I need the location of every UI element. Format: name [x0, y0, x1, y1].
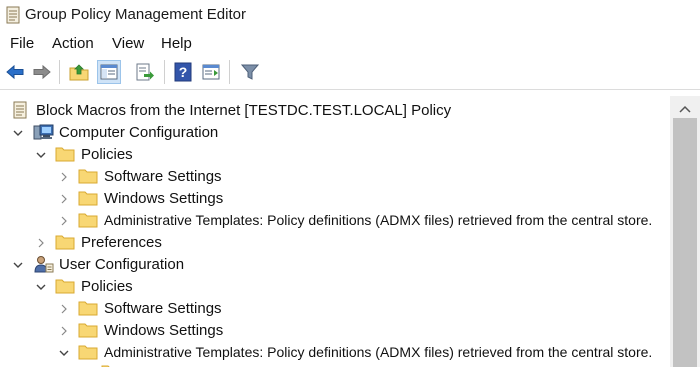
menu-file[interactable]: File	[10, 35, 34, 52]
user-admin-templates-label: Administrative Templates: Policy definit…	[104, 344, 653, 360]
computer-software-settings-label: Software Settings	[104, 168, 222, 185]
chevron-right-icon[interactable]	[58, 324, 70, 336]
show-hide-tree-icon[interactable]	[97, 60, 121, 84]
chevron-down-icon[interactable]	[35, 148, 47, 160]
chevron-right-icon[interactable]	[58, 214, 70, 226]
folder-icon	[78, 189, 98, 207]
policy-scroll-icon	[10, 101, 30, 119]
toolbar-separator	[59, 60, 60, 84]
folder-icon	[78, 167, 98, 185]
menu-view[interactable]: View	[112, 35, 144, 52]
scrollbar-thumb[interactable]	[673, 118, 697, 367]
folder-icon	[101, 363, 121, 367]
toolbar-separator	[229, 60, 230, 84]
menu-action[interactable]: Action	[52, 35, 94, 52]
folder-icon	[78, 211, 98, 229]
computer-admin-templates-label: Administrative Templates: Policy definit…	[104, 212, 653, 228]
folder-icon	[78, 321, 98, 339]
toolbar: ?	[0, 57, 700, 90]
tree-item-partial-child[interactable]	[0, 362, 668, 367]
svg-text:?: ?	[179, 64, 188, 80]
chevron-right-icon[interactable]	[35, 236, 47, 248]
title-bar: Group Policy Management Editor	[0, 0, 700, 30]
chevron-down-icon[interactable]	[35, 280, 47, 292]
forward-arrow-icon[interactable]	[31, 61, 53, 83]
computer-configuration-label: Computer Configuration	[59, 124, 219, 141]
tree-item-computer-windows-settings[interactable]: Windows Settings	[0, 188, 668, 210]
tree-item-user-policies[interactable]: Policies	[0, 276, 668, 298]
chevron-down-icon[interactable]	[12, 126, 24, 138]
help-icon[interactable]: ?	[172, 61, 194, 83]
policy-tree: Block Macros from the Internet [TESTDC.T…	[0, 96, 668, 367]
user-configuration-label: User Configuration	[59, 256, 185, 273]
filter-icon[interactable]	[239, 61, 261, 83]
window-title: Group Policy Management Editor	[25, 6, 246, 23]
computer-preferences-label: Preferences	[81, 234, 162, 251]
computer-windows-settings-label: Windows Settings	[104, 190, 224, 207]
user-icon	[33, 255, 54, 273]
up-folder-icon[interactable]	[68, 61, 90, 83]
tree-item-computer-configuration[interactable]: Computer Configuration	[0, 122, 668, 144]
user-policies-label: Policies	[81, 278, 133, 295]
chevron-right-icon[interactable]	[58, 170, 70, 182]
chevron-down-icon[interactable]	[58, 346, 70, 358]
tree-item-computer-admin-templates[interactable]: Administrative Templates: Policy definit…	[0, 210, 668, 232]
folder-icon	[78, 343, 98, 361]
folder-icon	[55, 145, 75, 163]
chevron-right-icon[interactable]	[58, 302, 70, 314]
tree-root-label: Block Macros from the Internet [TESTDC.T…	[36, 102, 452, 119]
tree-item-user-software-settings[interactable]: Software Settings	[0, 298, 668, 320]
user-software-settings-label: Software Settings	[104, 300, 222, 317]
export-list-icon[interactable]	[134, 61, 156, 83]
menu-help[interactable]: Help	[161, 35, 192, 52]
scroll-up-arrow-icon[interactable]	[678, 101, 692, 113]
tree-item-user-configuration[interactable]: User Configuration	[0, 254, 668, 276]
folder-icon	[55, 233, 75, 251]
back-arrow-icon[interactable]	[4, 61, 26, 83]
computer-icon	[33, 123, 54, 141]
folder-icon	[55, 277, 75, 295]
toolbar-separator	[164, 60, 165, 84]
gpo-editor-icon	[5, 6, 21, 24]
vertical-scrollbar[interactable]	[670, 96, 700, 367]
chevron-down-icon[interactable]	[12, 258, 24, 270]
tree-item-computer-policies[interactable]: Policies	[0, 144, 668, 166]
action-pane-icon[interactable]	[200, 61, 222, 83]
tree-item-user-windows-settings[interactable]: Windows Settings	[0, 320, 668, 342]
tree-item-user-admin-templates[interactable]: Administrative Templates: Policy definit…	[0, 342, 668, 364]
chevron-right-icon[interactable]	[58, 192, 70, 204]
folder-icon	[78, 299, 98, 317]
user-windows-settings-label: Windows Settings	[104, 322, 224, 339]
tree-item-computer-preferences[interactable]: Preferences	[0, 232, 668, 254]
tree-root[interactable]: Block Macros from the Internet [TESTDC.T…	[0, 100, 668, 122]
tree-item-computer-software-settings[interactable]: Software Settings	[0, 166, 668, 188]
computer-policies-label: Policies	[81, 146, 133, 163]
menu-bar: File Action View Help	[0, 31, 700, 56]
